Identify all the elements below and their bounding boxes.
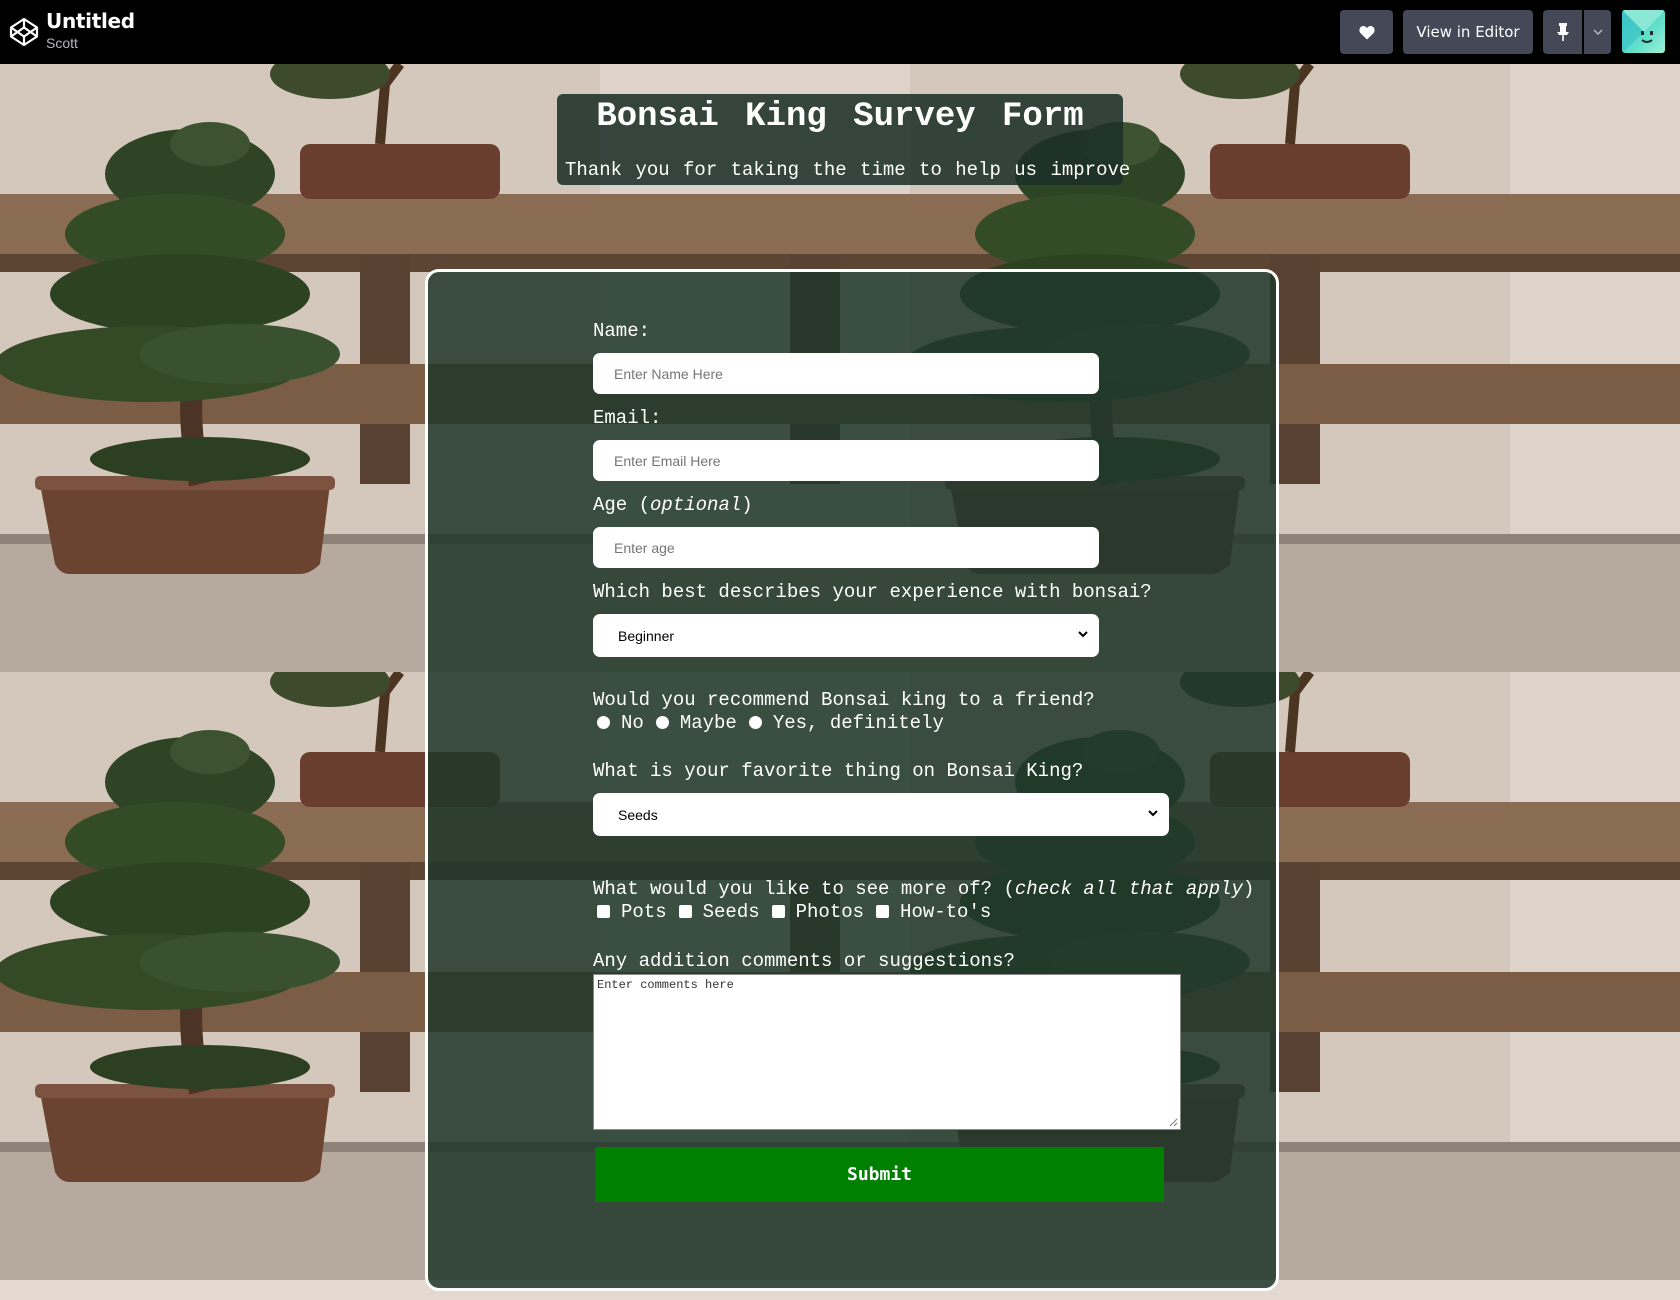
- top-bar: Untitled Scott View in Editor: [0, 0, 1680, 64]
- checkbox-howtos-label: How-to's: [900, 901, 992, 923]
- submit-button[interactable]: Submit: [595, 1147, 1164, 1202]
- more-checkbox-group: Pots Seeds Photos How-to's: [597, 901, 1003, 923]
- love-button[interactable]: [1340, 10, 1393, 54]
- age-optional-text: optional: [650, 494, 742, 516]
- checkbox-howtos[interactable]: [876, 905, 890, 918]
- form-description: Thank you for taking the time to help us…: [565, 159, 1131, 181]
- pin-dropdown-button[interactable]: [1584, 10, 1611, 54]
- radio-yes[interactable]: [748, 716, 762, 729]
- view-in-editor-button[interactable]: View in Editor: [1403, 10, 1533, 54]
- avatar[interactable]: [1622, 10, 1665, 53]
- comments-placeholder: Enter comments here: [597, 978, 734, 992]
- age-input[interactable]: [593, 527, 1099, 568]
- checkbox-photos[interactable]: [771, 905, 785, 918]
- favorite-selected: Seeds: [618, 806, 658, 823]
- comments-label: Any addition comments or suggestions?: [593, 950, 1015, 972]
- checkbox-pots[interactable]: [597, 905, 610, 918]
- more-label-text: What would you like to see more of?: [593, 878, 993, 900]
- email-label: Email:: [593, 407, 662, 429]
- radio-maybe-label: Maybe: [679, 712, 737, 734]
- experience-dropdown[interactable]: Beginner: [593, 614, 1099, 657]
- email-input[interactable]: [593, 440, 1099, 481]
- experience-label: Which best describes your experience wit…: [593, 581, 1152, 603]
- favorite-label: What is your favorite thing on Bonsai Ki…: [593, 760, 1084, 782]
- radio-no[interactable]: [597, 716, 610, 729]
- chevron-down-icon: [1148, 810, 1158, 817]
- age-label: Age (optional): [593, 494, 753, 516]
- pin-button[interactable]: [1543, 10, 1582, 54]
- favorite-dropdown[interactable]: Seeds: [593, 793, 1169, 836]
- pen-title[interactable]: Untitled: [46, 9, 135, 33]
- codepen-logo-icon[interactable]: [8, 16, 40, 48]
- recommend-radio-group: No Maybe Yes, definitely: [597, 712, 956, 734]
- chevron-down-icon: [1078, 631, 1088, 638]
- checkbox-seeds[interactable]: [678, 905, 692, 918]
- pin-icon: [1556, 23, 1569, 41]
- more-label: What would you like to see more of? (che…: [593, 878, 1255, 900]
- pen-title-block: Untitled Scott: [46, 9, 135, 52]
- radio-no-label: No: [621, 712, 644, 734]
- resize-handle-icon[interactable]: [1169, 1118, 1178, 1127]
- heart-icon: [1358, 25, 1375, 39]
- checkbox-seeds-label: Seeds: [702, 901, 760, 923]
- radio-yes-label: Yes, definitely: [772, 712, 944, 734]
- experience-selected: Beginner: [618, 627, 675, 644]
- name-input[interactable]: [593, 353, 1099, 394]
- checkbox-photos-label: Photos: [795, 901, 865, 923]
- age-label-text: Age: [593, 494, 628, 516]
- form-header: Bonsai King Survey Form Thank you for ta…: [557, 94, 1130, 185]
- radio-maybe[interactable]: [655, 716, 669, 729]
- checkbox-pots-label: Pots: [621, 901, 667, 923]
- form-title: Bonsai King Survey Form: [596, 98, 1084, 136]
- avatar-face-icon: [1622, 10, 1665, 53]
- comments-textarea[interactable]: Enter comments here: [593, 974, 1181, 1130]
- pen-author[interactable]: Scott: [46, 34, 135, 52]
- name-label: Name:: [593, 320, 651, 342]
- chevron-down-icon: [1592, 29, 1603, 35]
- more-hint: check all that apply: [1014, 878, 1243, 900]
- recommend-label: Would you recommend Bonsai king to a fri…: [593, 689, 1095, 711]
